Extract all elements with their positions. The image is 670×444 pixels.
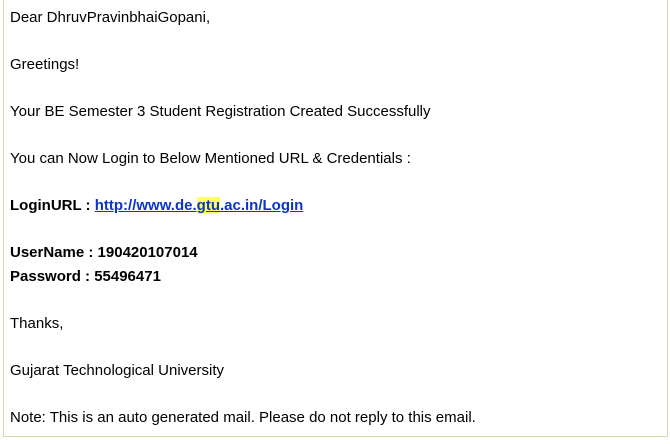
login-url-link[interactable]: http://www.de.gtu.ac.in/Login: [94, 197, 304, 214]
email-greeting: Dear DhruvPravinbhaiGopani,: [10, 9, 211, 26]
login-url-label: LoginURL :: [10, 197, 95, 214]
username-line: UserName : 190420107014: [10, 244, 198, 261]
login-instruction: You can Now Login to Below Mentioned URL…: [10, 150, 411, 167]
email-thanks: Thanks,: [10, 315, 64, 332]
email-salutation: Greetings!: [10, 56, 80, 73]
login-url-row: LoginURL : http://www.de.gtu.ac.in/Login: [10, 196, 303, 216]
email-note: Note: This is an auto generated mail. Pl…: [10, 409, 476, 426]
email-signature: Gujarat Technological University: [10, 362, 224, 379]
login-url-prefix: http://www.de.: [94, 197, 197, 214]
login-url-suffix: .ac.in/Login: [219, 197, 304, 214]
registration-message: Your BE Semester 3 Student Registration …: [10, 103, 431, 120]
password-line: Password : 55496471: [10, 268, 161, 285]
login-url-highlight: gtu: [196, 197, 220, 214]
